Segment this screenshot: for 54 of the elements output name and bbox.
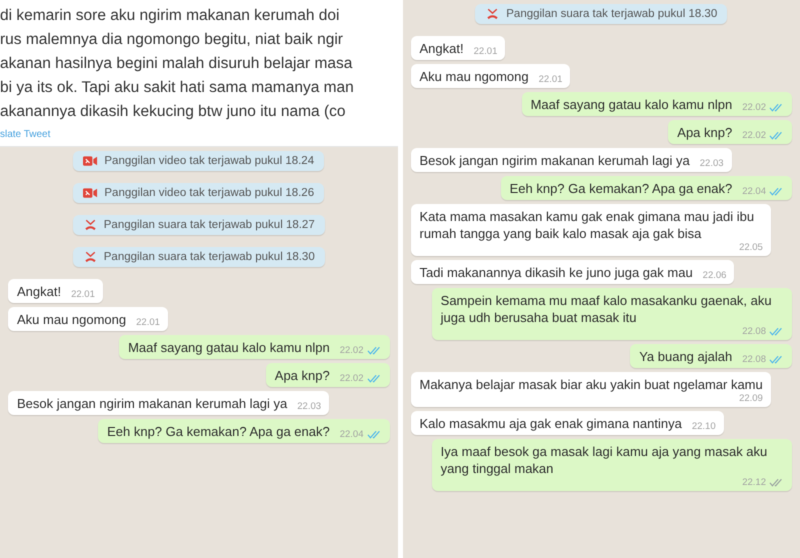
message-text: Eeh knp? Ga kemakan? Apa ga enak? (510, 180, 732, 197)
translate-link[interactable]: slate Tweet (0, 129, 50, 140)
message-text: Eeh knp? Ga kemakan? Apa ga enak? (107, 423, 330, 440)
message-time: 22.08 (742, 354, 766, 365)
message-time: 22.08 (742, 326, 766, 337)
message-text: Besok jangan ngirim makanan kerumah lagi ya (17, 395, 288, 412)
video-camera-icon (83, 187, 98, 199)
missed-call-icon (82, 251, 98, 263)
message-time: 22.01 (71, 289, 95, 300)
message-text: Makanya belajar masak biar aku yakin buat ngelamar kamu (420, 376, 763, 393)
message-text: Apa knp? (677, 124, 732, 141)
message-time: 22.12 (742, 477, 766, 488)
message-time: 22.01 (136, 317, 160, 328)
message-text: Besok jangan ngirim makanan kerumah lagi ya (420, 152, 690, 169)
tweet-text-line: akanannya dikasih kekucing btw juno itu nama (co (0, 102, 347, 122)
message-time: 22.04 (340, 429, 364, 440)
message-text: Ya buang ajalah (639, 348, 732, 365)
message-time: 22.05 (739, 242, 763, 253)
message-text: Angkat! (17, 283, 62, 300)
message-time: 22.03 (297, 401, 322, 412)
message-time: 22.02 (742, 102, 766, 113)
message-text: Tadi makanannya dikasih ke juno juga gak mau (420, 264, 693, 281)
message-text: Kalo masakmu aja gak enak gimana nantinya (420, 415, 682, 432)
missed-call-text: Panggilan suara tak terjawab pukul 18.30 (506, 8, 718, 20)
message-time: 22.04 (742, 186, 766, 197)
message-text: Maaf sayang gatau kalo kamu nlpn (128, 339, 330, 356)
missed-call-text: Panggilan suara tak terjawab pukul 18.30 (104, 251, 315, 263)
tweet-text-line: rus malemnya dia ngomongo begitu, niat baik ngir (0, 30, 344, 50)
message-text: Aku mau ngomong (420, 68, 529, 85)
missed-call-text: Panggilan video tak terjawab pukul 18.26 (104, 187, 314, 199)
message-time: 22.01 (474, 46, 498, 57)
message-text: Angkat! (420, 40, 464, 57)
tweet-text-line: akanan hasilnya begini malah disuruh belajar masa (0, 54, 354, 74)
video-camera-icon (83, 155, 98, 167)
tweet-text-line: di kemarin sore aku ngirim makanan kerumah doi (0, 6, 340, 26)
message-time: 22.02 (742, 130, 766, 141)
message-time: 22.09 (739, 393, 763, 404)
missed-call-icon (485, 8, 500, 20)
missed-call-text: Panggilan suara tak terjawab pukul 18.27 (104, 219, 315, 231)
message-time: 22.10 (692, 421, 716, 432)
message-time: 22.03 (700, 158, 724, 169)
message-text: Iya maaf besok ga masak lagi kamu aja yang masak aku yang tinggal makan (440, 443, 768, 477)
message-time: 22.02 (340, 345, 364, 356)
message-text: Apa knp? (274, 367, 330, 384)
message-text: Aku mau ngomong (17, 311, 126, 328)
missed-call-icon (82, 219, 98, 231)
message-text: Maaf sayang gatau kalo kamu nlpn (530, 96, 732, 113)
message-time: 22.01 (538, 74, 562, 85)
message-text: Sampein kemama mu maaf kalo masakanku gaenak, aku juga udh berusaha buat masak itu (440, 292, 773, 326)
tweet-text-line: bi ya its ok. Tapi aku sakit hati sama mamanya man (0, 78, 355, 98)
message-time: 22.06 (702, 270, 726, 281)
message-text: Kata mama masakan kamu gak enak gimana mau jadi ibu rumah tangga yang baik kalo masak aja gak bisa (420, 208, 756, 242)
message-time: 22.02 (340, 373, 364, 384)
missed-call-text: Panggilan video tak terjawab pukul 18.24 (104, 155, 314, 167)
